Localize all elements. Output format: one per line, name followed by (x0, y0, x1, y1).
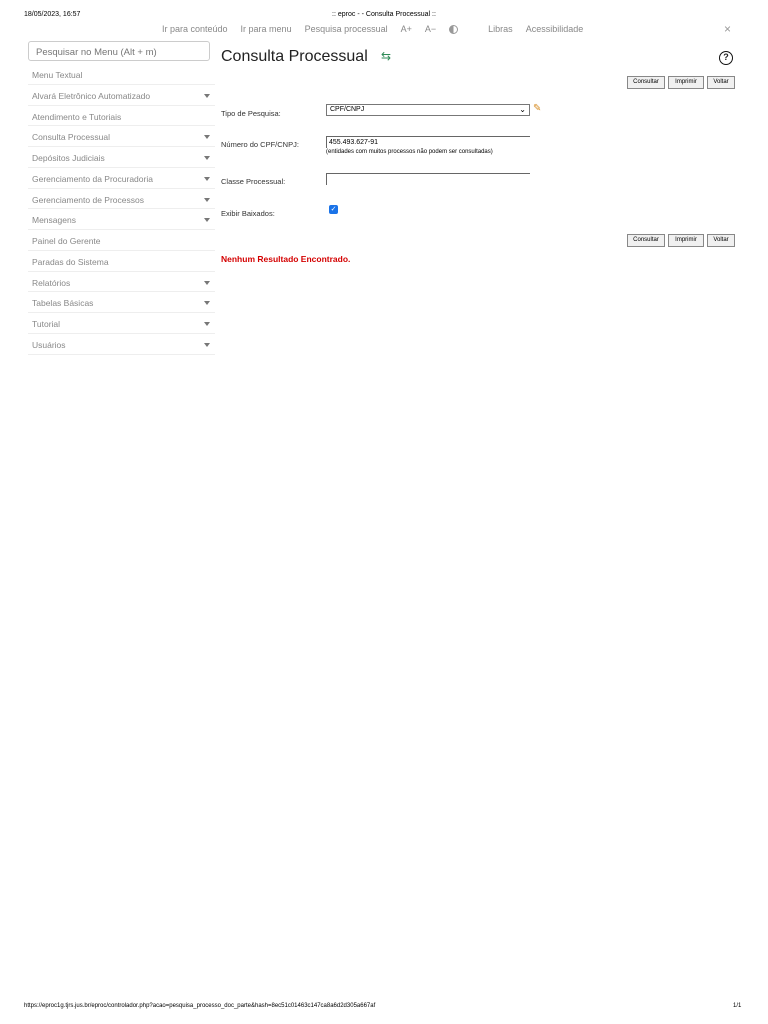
sidebar-item[interactable]: Depósitos Judiciais (28, 147, 215, 168)
caret-down-icon[interactable] (204, 342, 210, 347)
consultar-button[interactable]: Consultar (627, 76, 665, 89)
sidebar-item-label: Gerenciamento de Processos (32, 194, 144, 205)
no-result-message: Nenhum Resultado Encontrado. (221, 254, 351, 264)
font-decrease-link[interactable]: A− (425, 24, 436, 34)
print-url: https://eproc1g.tjrs.jus.br/eproc/contro… (24, 1003, 376, 1009)
pencil-icon[interactable]: ✎ (533, 103, 541, 114)
caret-down-icon[interactable] (204, 156, 210, 160)
sidebar-item[interactable]: Consulta Processual (28, 126, 215, 147)
consultar-button-bottom[interactable]: Consultar (627, 234, 665, 247)
sidebar-item-label: Relatórios (32, 277, 71, 288)
numero-cpf-hint: (entidades com muitos processos não pode… (326, 149, 493, 155)
caret-down-icon[interactable] (204, 93, 210, 98)
numero-cpf-label: Número do CPF/CNPJ: (221, 140, 299, 149)
caret-down-icon[interactable] (204, 218, 210, 223)
sidebar-item-label: Alvará Eletrônico Automatizado (32, 90, 151, 101)
sidebar-menu: Menu Textual Alvará Eletrônico Automatiza… (28, 64, 215, 355)
sidebar-item[interactable]: Relatórios (28, 272, 215, 293)
sidebar-item-label: Paradas do Sistema (32, 256, 109, 267)
classe-processual-label: Classe Processual: (221, 177, 286, 186)
sidebar-item-label: Menu Textual (32, 70, 83, 80)
tipo-pesquisa-select[interactable]: CPF/CNPJ ⌄ (326, 104, 530, 116)
tipo-pesquisa-value: CPF/CNPJ (330, 106, 365, 113)
accessibility-bar: Ir para conteúdo Ir para menu Pesquisa p… (162, 24, 596, 34)
caret-down-icon[interactable] (204, 135, 210, 140)
sidebar-item[interactable]: Gerenciamento de Processos (28, 189, 215, 210)
sidebar-item-label: Gerenciamento da Procuradoria (32, 173, 153, 184)
sidebar-item[interactable]: Tutorial (28, 313, 215, 334)
skip-to-content-link[interactable]: Ir para conteúdo (162, 24, 228, 34)
imprimir-button-bottom[interactable]: Imprimir (668, 234, 704, 247)
caret-down-icon[interactable] (204, 280, 210, 285)
skip-to-menu-link[interactable]: Ir para menu (241, 24, 292, 34)
sidebar-item[interactable]: Tabelas Básicas (28, 292, 215, 313)
caret-down-icon[interactable] (204, 176, 210, 181)
help-icon[interactable]: ? (719, 51, 733, 65)
sidebar-item[interactable]: Mensagens (28, 209, 215, 230)
sidebar-item[interactable]: Usuários (28, 334, 215, 355)
sidebar-item[interactable]: Paradas do Sistema (28, 251, 215, 272)
refresh-icon[interactable]: ⇆ (381, 49, 391, 63)
sidebar-item-label: Consulta Processual (32, 132, 110, 143)
chevron-down-icon: ⌄ (519, 105, 526, 114)
exibir-baixados-checkbox[interactable]: ✓ (329, 205, 338, 214)
tipo-pesquisa-label: Tipo de Pesquisa: (221, 109, 281, 118)
caret-down-icon[interactable] (204, 322, 210, 326)
close-icon[interactable]: × (724, 22, 731, 36)
menu-search-input[interactable] (28, 41, 210, 61)
sidebar-item[interactable]: Gerenciamento da Procuradoria (28, 168, 215, 189)
caret-down-icon[interactable] (204, 197, 210, 202)
sidebar-item[interactable]: Menu Textual (28, 64, 215, 85)
exibir-baixados-label: Exibir Baixados: (221, 209, 275, 218)
caret-down-icon[interactable] (204, 301, 210, 306)
sidebar-item-label: Usuários (32, 339, 66, 350)
process-search-link[interactable]: Pesquisa processual (305, 24, 388, 34)
numero-cpf-input[interactable] (326, 136, 530, 148)
sidebar-item-label: Depósitos Judiciais (32, 153, 105, 163)
voltar-button-bottom[interactable]: Voltar (707, 234, 735, 247)
sidebar-item-label: Painel do Gerente (32, 236, 101, 246)
sidebar-item-label: Mensagens (32, 215, 76, 226)
font-increase-link[interactable]: A+ (401, 24, 412, 34)
imprimir-button[interactable]: Imprimir (668, 76, 704, 89)
sidebar-item[interactable]: Painel do Gerente (28, 230, 215, 251)
sidebar-item-label: Tutorial (32, 319, 61, 329)
print-page-number: 1/1 (733, 1003, 742, 1009)
accessibility-link[interactable]: Acessibilidade (526, 24, 584, 34)
print-title: :: eproc - - Consulta Processual :: (332, 11, 436, 18)
sidebar-item[interactable]: Alvará Eletrônico Automatizado (28, 85, 215, 106)
sidebar-item-label: Atendimento e Tutoriais (32, 111, 122, 122)
sidebar-item[interactable]: Atendimento e Tutoriais (28, 106, 215, 127)
libras-link[interactable]: Libras (488, 24, 513, 34)
contrast-icon[interactable] (449, 24, 459, 34)
sidebar-item-label: Tabelas Básicas (32, 298, 94, 309)
voltar-button[interactable]: Voltar (707, 76, 735, 89)
page-title: Consulta Processual (221, 48, 368, 65)
classe-processual-input[interactable] (326, 173, 530, 185)
